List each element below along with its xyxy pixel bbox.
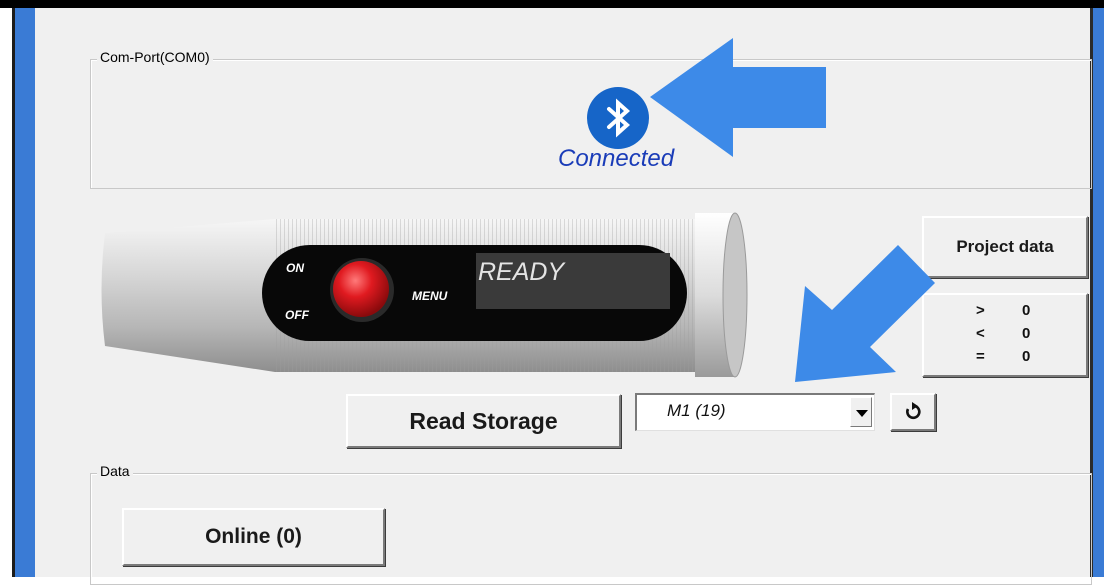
annotation-arrows bbox=[650, 38, 935, 382]
arrow-pointing-memory-select bbox=[795, 245, 935, 382]
arrow-pointing-bluetooth bbox=[650, 38, 826, 157]
